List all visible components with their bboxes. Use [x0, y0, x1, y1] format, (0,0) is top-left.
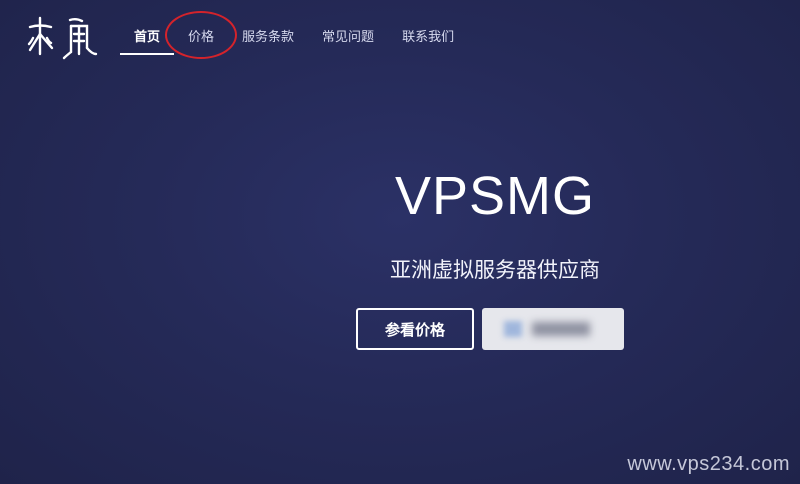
hero-subtitle: 亚洲虚拟服务器供应商: [390, 258, 600, 282]
watermark: www.vps234.com: [627, 453, 790, 475]
nav-item-faq[interactable]: 常见问题: [308, 20, 388, 55]
red-circle-annotation: [165, 11, 237, 59]
seal-script-logo-icon[interactable]: [26, 14, 98, 60]
hero-title: VPSMG: [394, 166, 596, 226]
blurred-label: [532, 322, 590, 336]
nav-item-contact[interactable]: 联系我们: [388, 20, 468, 55]
nav-item-terms[interactable]: 服务条款: [228, 20, 308, 55]
view-pricing-button[interactable]: 参看价格: [356, 308, 474, 350]
blurred-secondary-button[interactable]: [482, 308, 624, 350]
blurred-icon: [504, 321, 522, 337]
